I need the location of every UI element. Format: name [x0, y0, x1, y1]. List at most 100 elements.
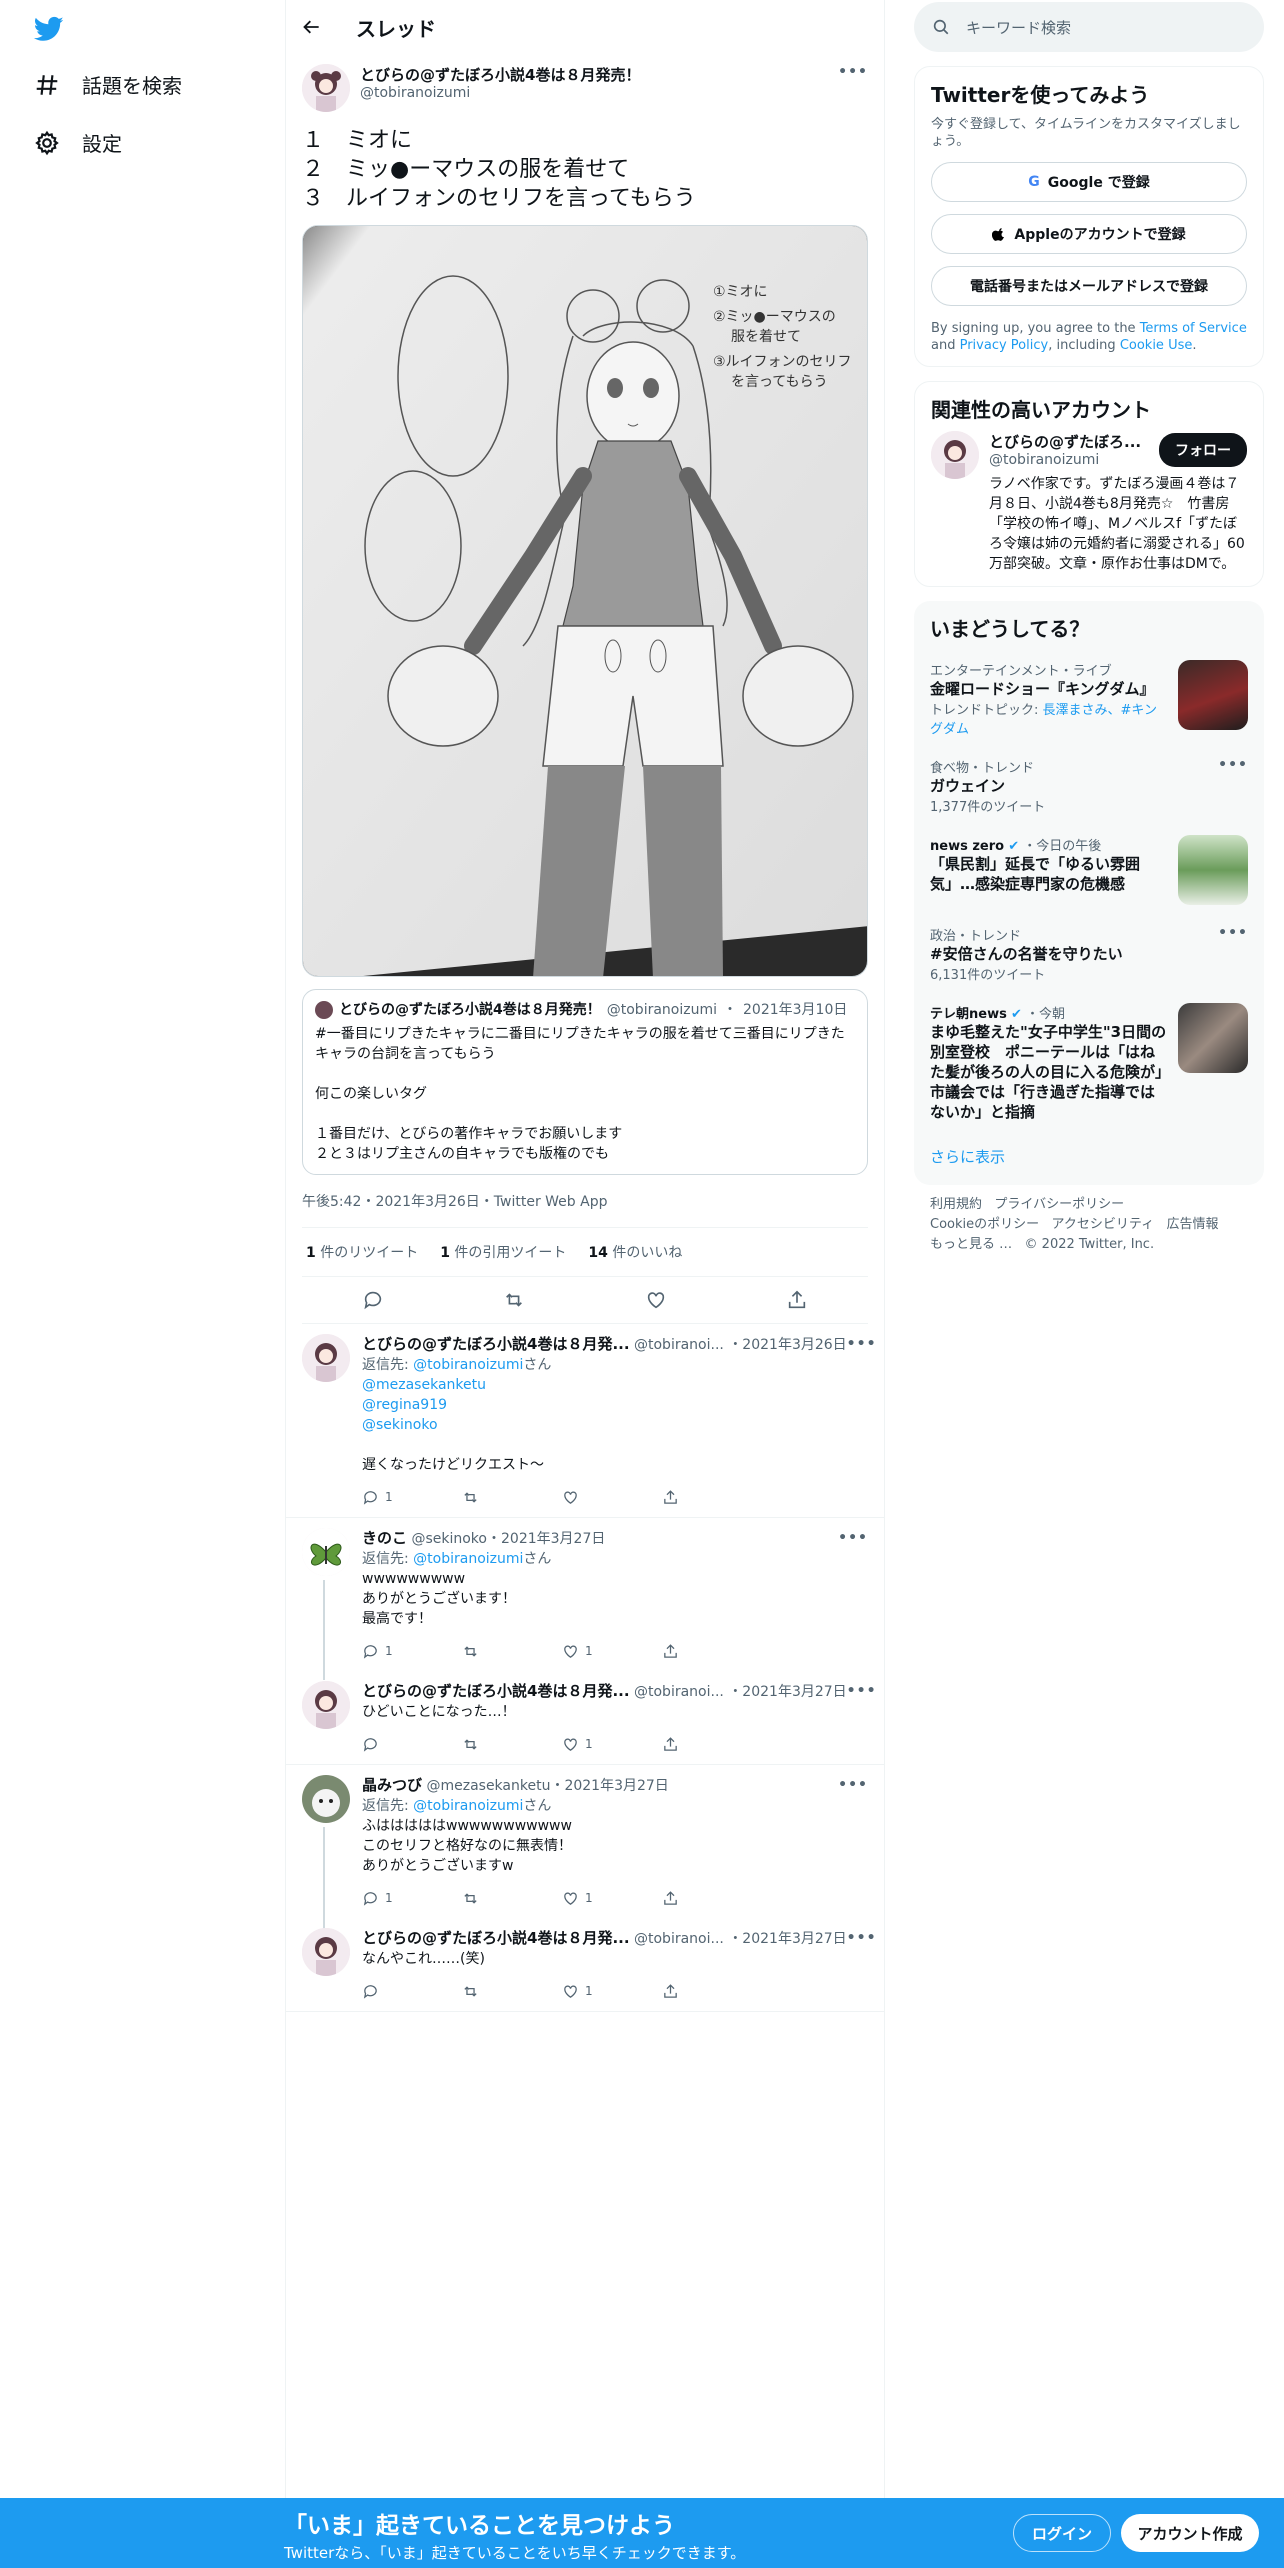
reply-button[interactable]: 1 — [362, 1888, 462, 1908]
avatar[interactable] — [302, 64, 350, 112]
share-button[interactable] — [662, 1888, 762, 1908]
footer-link[interactable]: Cookieのポリシー — [930, 1217, 1039, 1232]
retweet-icon[interactable] — [503, 1289, 525, 1311]
avatar[interactable] — [302, 1928, 350, 1976]
show-more-link[interactable]: さらに表示 — [930, 1148, 1005, 1166]
google-signup-button[interactable]: G Google で登録 — [931, 162, 1247, 202]
reply-to-link[interactable]: @tobiranoizumi — [413, 1798, 523, 1814]
verified-badge-icon: ✔ — [1008, 839, 1020, 854]
trend-item[interactable]: 食べ物・トレンド ガウェイン 1,377件のツイート ••• — [930, 747, 1248, 825]
like-button[interactable] — [562, 1487, 662, 1507]
back-arrow-icon[interactable] — [302, 17, 322, 37]
more-options-icon[interactable]: ••• — [847, 1928, 877, 1949]
quote-text: #一番目にリプきたキャラに二番目にリプきたキャラの服を着せて三番目にリプきたキャ… — [315, 1026, 845, 1162]
share-button[interactable] — [662, 1981, 762, 2001]
related-account-name[interactable]: とびらの@ずたぼろ... — [989, 431, 1141, 452]
cookie-link[interactable]: Cookie Use — [1120, 338, 1193, 353]
reply-tweet[interactable]: 晶みつび @mezasekanketu・2021年3月27日 ••• 返信先: … — [286, 1765, 884, 1935]
avatar[interactable] — [302, 1334, 350, 1382]
reply-author-name[interactable]: きのこ — [362, 1529, 407, 1547]
related-account-handle[interactable]: @tobiranoizumi — [989, 452, 1141, 468]
reply-tweet[interactable]: とびらの@ずたぼろ小説4巻は８月発... @tobiranoi... ・2021… — [286, 1324, 884, 1518]
share-icon[interactable] — [786, 1289, 808, 1311]
signup-button[interactable]: アカウント作成 — [1121, 2514, 1259, 2552]
trends-card: いまどうしてる？ エンターテインメント・ライブ 金曜ロードショー『キングダム』 … — [914, 601, 1264, 1185]
retweet-button[interactable] — [462, 1981, 562, 2001]
reply-tweet[interactable]: とびらの@ずたぼろ小説4巻は８月発... @tobiranoi... ・2021… — [286, 1918, 884, 2012]
more-options-icon[interactable]: ••• — [847, 1334, 877, 1355]
twitter-logo-icon[interactable] — [32, 14, 66, 44]
author-name[interactable]: とびらの@ずたぼろ小説4巻は８月発売！ — [360, 64, 828, 85]
share-button[interactable] — [662, 1641, 762, 1661]
like-button[interactable]: 1 — [562, 1888, 662, 1908]
reply-author-name[interactable]: とびらの@ずたぼろ小説4巻は８月発... — [362, 1929, 630, 1947]
reply-to-link[interactable]: @tobiranoizumi — [413, 1357, 523, 1373]
svg-text:服を着せて: 服を着せて — [731, 329, 801, 345]
phone-email-signup-button[interactable]: 電話番号またはメールアドレスで登録 — [931, 266, 1247, 306]
footer-link[interactable]: 広告情報 — [1167, 1217, 1219, 1232]
hashtag-icon — [36, 74, 58, 95]
more-options-icon[interactable]: ••• — [838, 64, 868, 80]
quoted-tweet[interactable]: とびらの@ずたぼろ小説4巻は８月発売！ @tobiranoizumi ・ 202… — [302, 989, 868, 1175]
reply-text: なんやこれ……(笑) — [362, 1951, 485, 1967]
reply-button[interactable]: 1 — [362, 1641, 462, 1661]
reply-tweet[interactable]: とびらの@ずたぼろ小説4巻は８月発... @tobiranoi... ・2021… — [286, 1671, 884, 1765]
tos-link[interactable]: Terms of Service — [1140, 321, 1247, 336]
reply-button[interactable]: 1 — [362, 1487, 462, 1507]
reply-icon[interactable] — [362, 1289, 384, 1311]
reply-author-name[interactable]: とびらの@ずたぼろ小説4巻は８月発... — [362, 1682, 630, 1700]
privacy-link[interactable]: Privacy Policy — [960, 338, 1049, 353]
avatar[interactable] — [302, 1775, 350, 1823]
avatar[interactable] — [302, 1681, 350, 1729]
retweet-button[interactable] — [462, 1888, 562, 1908]
avatar[interactable] — [302, 1528, 350, 1576]
tweet-actions — [302, 1277, 868, 1324]
like-icon[interactable] — [645, 1289, 667, 1311]
trend-item[interactable]: エンターテインメント・ライブ 金曜ロードショー『キングダム』 トレンドトピック:… — [930, 650, 1248, 747]
page-title: スレッド — [356, 16, 436, 41]
share-button[interactable] — [662, 1487, 762, 1507]
reply-button[interactable] — [362, 1734, 462, 1754]
nav-explore[interactable]: 話題を検索 — [34, 70, 182, 99]
more-options-icon[interactable]: ••• — [1218, 925, 1248, 983]
footer-link[interactable]: アクセシビリティ — [1052, 1217, 1155, 1232]
quote-count-stat[interactable]: 1 件の引用ツイート — [440, 1242, 566, 1262]
tweet-photo[interactable]: ①ミオに ②ミッ●ーマウスの 服を着せて ③ルイフォンのセリフ を言ってもらう — [302, 225, 868, 977]
reply-tweet[interactable]: きのこ @sekinoko・2021年3月27日 ••• 返信先: @tobir… — [286, 1518, 884, 1680]
retweet-button[interactable] — [462, 1487, 562, 1507]
reply-to-link[interactable]: @tobiranoizumi — [413, 1551, 523, 1567]
footer-link[interactable]: もっと見る … — [930, 1237, 1012, 1252]
retweet-button[interactable] — [462, 1641, 562, 1661]
like-button[interactable]: 1 — [562, 1641, 662, 1661]
reply-button[interactable] — [362, 1981, 462, 2001]
mention-link[interactable]: @mezasekanketu — [362, 1377, 486, 1393]
avatar[interactable] — [931, 431, 979, 479]
login-button[interactable]: ログイン — [1013, 2514, 1111, 2552]
nav-settings[interactable]: 設定 — [34, 128, 122, 157]
search-box[interactable]: キーワード検索 — [914, 2, 1264, 52]
retweet-count-stat[interactable]: 1 件のリツイート — [306, 1242, 418, 1262]
mention-link[interactable]: @regina919 — [362, 1397, 447, 1413]
follow-button[interactable]: フォロー — [1159, 432, 1247, 467]
footer-link[interactable]: 利用規約 — [930, 1197, 982, 1212]
retweet-button[interactable] — [462, 1734, 562, 1754]
more-options-icon[interactable]: ••• — [838, 1528, 868, 1549]
more-options-icon[interactable]: ••• — [1218, 757, 1248, 815]
like-button[interactable]: 1 — [562, 1981, 662, 2001]
trend-item[interactable]: news zero ✔ ・今日の午後 「県民割」延長で「ゆるい雰囲気」…感染症専… — [930, 825, 1248, 915]
tweet-timestamp[interactable]: 午後5:42・2021年3月26日・Twitter Web App — [302, 1175, 868, 1228]
like-count-stat[interactable]: 14 件のいいね — [588, 1242, 682, 1262]
thread-header: スレッド — [286, 0, 884, 54]
trend-item[interactable]: テレ朝news ✔ ・今朝 まゆ毛整えた"女子中学生"3日間の別室登校 ポニーテ… — [930, 993, 1248, 1132]
trend-item[interactable]: 政治・トレンド #安倍さんの名誉を守りたい 6,131件のツイート ••• — [930, 915, 1248, 993]
apple-signup-button[interactable]: Appleのアカウントで登録 — [931, 214, 1247, 254]
author-handle[interactable]: @tobiranoizumi — [360, 85, 828, 101]
mention-link[interactable]: @sekinoko — [362, 1417, 438, 1433]
like-button[interactable]: 1 — [562, 1734, 662, 1754]
reply-author-name[interactable]: とびらの@ずたぼろ小説4巻は８月発... — [362, 1335, 630, 1353]
more-options-icon[interactable]: ••• — [847, 1681, 877, 1702]
reply-author-name[interactable]: 晶みつび — [362, 1776, 422, 1794]
share-button[interactable] — [662, 1734, 762, 1754]
footer-link[interactable]: プライバシーポリシー — [994, 1197, 1124, 1212]
more-options-icon[interactable]: ••• — [838, 1775, 868, 1796]
